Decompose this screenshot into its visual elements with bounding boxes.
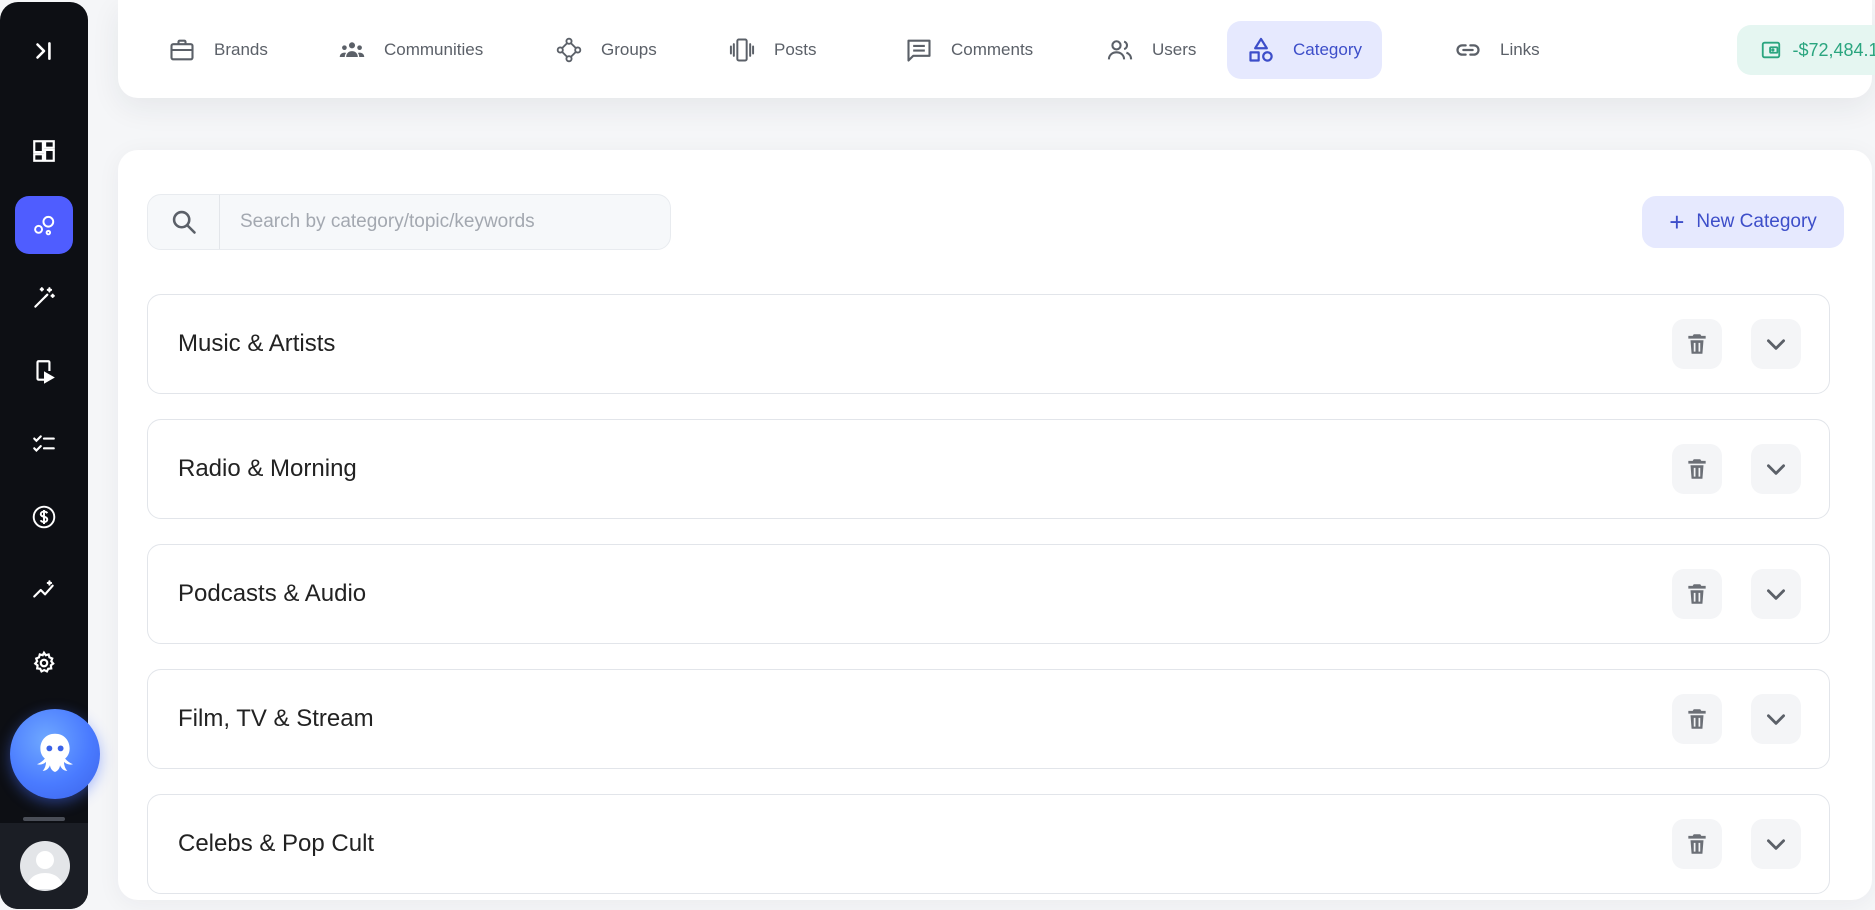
tab-posts[interactable]: Posts: [708, 21, 837, 79]
new-category-button[interactable]: + New Category: [1642, 196, 1844, 248]
tab-comments[interactable]: Comments: [885, 21, 1053, 79]
delete-category-button[interactable]: [1672, 569, 1722, 619]
wallet-balance-button[interactable]: -$72,484.17: [1737, 25, 1875, 75]
wallet-balance: -$72,484.17: [1792, 39, 1875, 60]
tab-label: Links: [1500, 40, 1540, 59]
list-item[interactable]: Music & Artists: [147, 294, 1830, 394]
search-bar: [147, 194, 671, 250]
expand-category-button[interactable]: [1751, 694, 1801, 744]
trash-icon: [1688, 709, 1706, 729]
tab-communities[interactable]: Communities: [318, 21, 503, 79]
search-input[interactable]: [220, 195, 670, 249]
settings-gear-icon: [33, 650, 55, 673]
delete-category-button[interactable]: [1672, 694, 1722, 744]
expand-icon: [36, 42, 51, 60]
sidebar-item-finance[interactable]: [15, 488, 73, 546]
trash-icon: [1688, 334, 1706, 354]
trash-icon: [1688, 834, 1706, 854]
tab-groups[interactable]: Groups: [535, 21, 677, 79]
expand-category-button[interactable]: [1751, 569, 1801, 619]
search-icon: [172, 210, 196, 234]
sidebar-item-communities[interactable]: [15, 196, 73, 254]
expand-category-button[interactable]: [1751, 819, 1801, 869]
category-name: Film, TV & Stream: [178, 705, 374, 732]
list-item[interactable]: Podcasts & Audio: [147, 544, 1830, 644]
tab-links[interactable]: Links: [1434, 21, 1560, 79]
video-phone-icon: [36, 360, 55, 384]
tab-label: Groups: [601, 40, 657, 59]
delete-category-button[interactable]: [1672, 444, 1722, 494]
sidebar-item-dashboard[interactable]: [15, 122, 73, 180]
list-item[interactable]: Radio & Morning: [147, 419, 1830, 519]
plus-icon: +: [1669, 207, 1685, 237]
community-icon: [339, 42, 365, 57]
briefcase-icon: [170, 39, 194, 61]
category-name: Music & Artists: [178, 330, 336, 357]
tab-category[interactable]: Category: [1227, 21, 1382, 79]
sidebar-user-area: [0, 823, 88, 909]
category-name: Podcasts & Audio: [178, 580, 367, 607]
dashboard-icon: [33, 140, 55, 162]
category-panel: + New Category Music & Artists Radio & M…: [118, 150, 1872, 900]
sidebar-expand-button[interactable]: [15, 22, 73, 80]
sidebar: [0, 2, 100, 909]
sidebar-item-settings[interactable]: [15, 634, 73, 692]
octopus-icon: [37, 733, 73, 772]
new-category-label: New Category: [1696, 211, 1817, 232]
assistant-mascot-button[interactable]: [10, 709, 100, 799]
sidebar-divider: [23, 817, 65, 821]
trash-icon: [1688, 459, 1706, 479]
chevron-down-icon: [1767, 839, 1785, 850]
category-name: Radio & Morning: [178, 455, 357, 482]
users-icon: [1107, 40, 1133, 60]
search-button[interactable]: [148, 195, 220, 249]
trash-icon: [1688, 584, 1706, 604]
top-navigation: Brands Communities Groups Posts Comments…: [118, 0, 1875, 98]
sidebar-item-analytics[interactable]: [15, 561, 73, 619]
avatar[interactable]: [20, 841, 70, 891]
list-item[interactable]: Celebs & Pop Cult: [147, 794, 1830, 894]
posts-vibrate-icon: [729, 38, 755, 62]
delete-category-button[interactable]: [1672, 319, 1722, 369]
delete-category-button[interactable]: [1672, 819, 1722, 869]
category-list: Music & Artists Radio & Morning Podcasts…: [147, 294, 1830, 900]
community-bubbles-icon: [34, 215, 55, 236]
sidebar-item-magic[interactable]: [15, 269, 73, 327]
tab-label: Posts: [774, 40, 817, 59]
expand-category-button[interactable]: [1751, 319, 1801, 369]
user-avatar-icon: [27, 851, 63, 889]
expand-category-button[interactable]: [1751, 444, 1801, 494]
tab-label: Users: [1152, 40, 1197, 59]
chevron-down-icon: [1767, 714, 1785, 725]
checklist-icon: [33, 435, 55, 453]
tab-label: Comments: [951, 40, 1034, 59]
list-item[interactable]: Film, TV & Stream: [147, 669, 1830, 769]
dollar-coin-icon: [32, 505, 56, 529]
tab-label: Category: [1293, 40, 1362, 59]
sidebar-item-tasks[interactable]: [15, 415, 73, 473]
category-name: Celebs & Pop Cult: [178, 830, 375, 857]
chevron-down-icon: [1767, 464, 1785, 475]
analytics-icon: [33, 580, 54, 598]
tab-brands[interactable]: Brands: [148, 21, 288, 79]
shapes-icon: [1249, 37, 1273, 62]
tab-label: Brands: [214, 40, 268, 59]
link-icon: [1456, 44, 1480, 56]
groups-network-icon: [556, 37, 582, 63]
tab-users[interactable]: Users: [1086, 21, 1216, 79]
tab-label: Communities: [384, 40, 484, 59]
chevron-down-icon: [1767, 589, 1785, 600]
sidebar-item-videos[interactable]: [15, 342, 73, 400]
wallet-icon: [1762, 41, 1781, 59]
magic-wand-icon: [34, 287, 55, 308]
comment-icon: [907, 39, 931, 62]
chevron-down-icon: [1767, 339, 1785, 350]
